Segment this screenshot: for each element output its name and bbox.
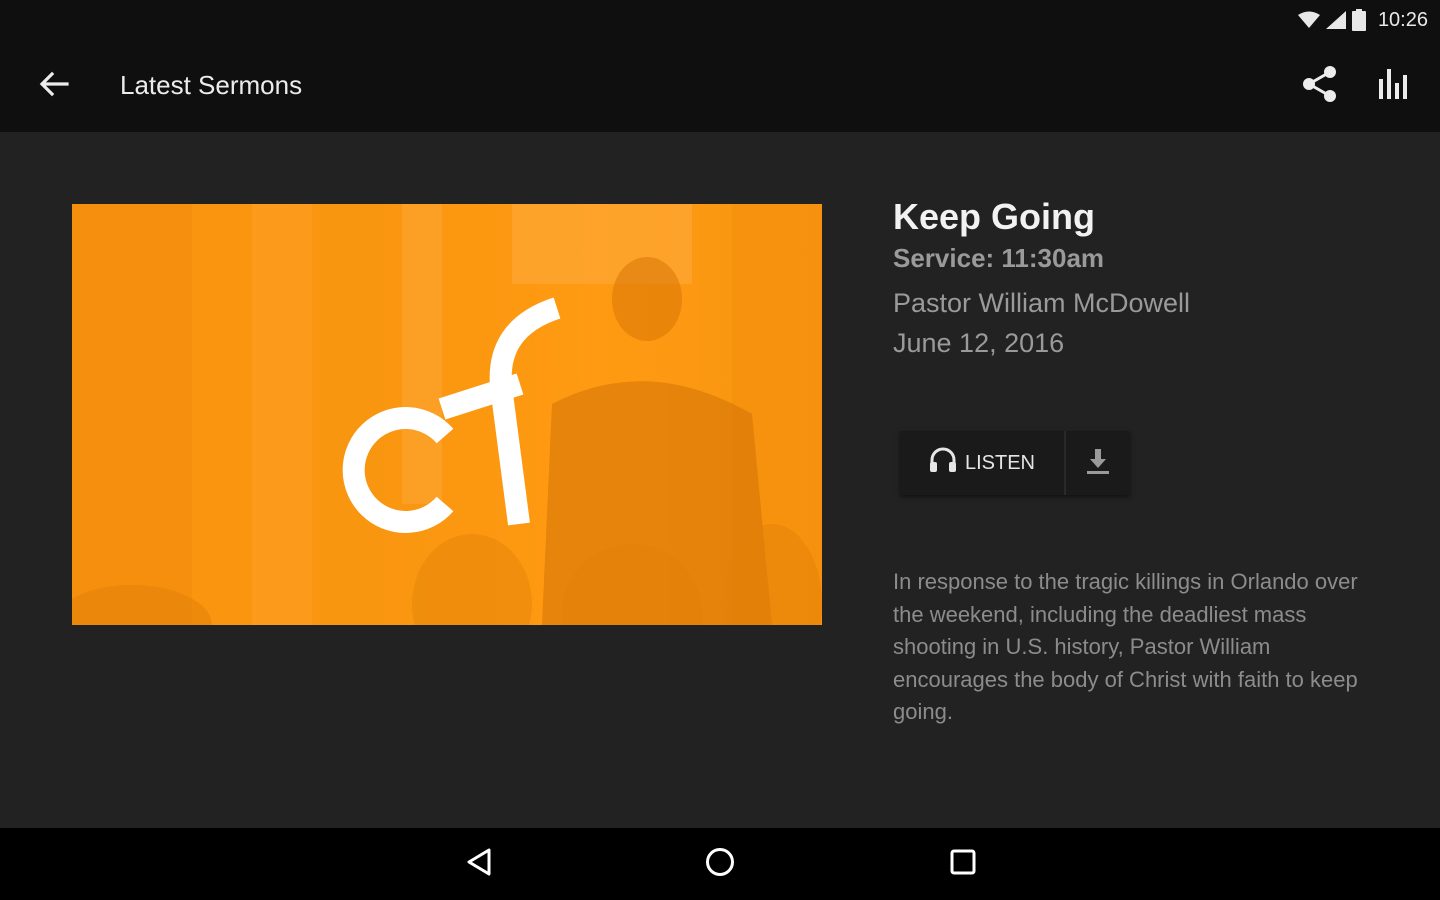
sermon-date: June 12, 2016 (893, 328, 1065, 358)
headphones-icon (929, 447, 957, 479)
download-icon (1084, 447, 1112, 480)
pastor-name: Pastor William McDowell (893, 288, 1191, 318)
share-button[interactable] (1296, 64, 1344, 108)
app-bar: Latest Sermons (0, 40, 1440, 132)
nav-back-button[interactable] (455, 840, 503, 888)
sermon-description: In response to the tragic killings in Or… (893, 569, 1358, 724)
service-time: Service: 11:30am (893, 243, 1105, 273)
sermon-artwork (72, 204, 822, 625)
wifi-icon (1297, 11, 1320, 29)
nav-back-icon (465, 847, 493, 882)
listen-label: LISTEN (964, 451, 1036, 474)
status-bar: 10:26 (0, 0, 1440, 40)
sermon-actions: LISTEN (900, 431, 1130, 495)
page-title: Latest Sermons (120, 70, 303, 100)
share-icon (1300, 64, 1340, 109)
sermon-detail: Keep Going Service: 11:30am Pastor Willi… (0, 132, 1440, 828)
nav-recents-button[interactable] (939, 840, 987, 888)
nav-home-button[interactable] (696, 840, 744, 888)
nav-home-icon (704, 846, 736, 883)
stats-button[interactable] (1370, 64, 1418, 108)
sermon-title: Keep Going (893, 196, 1096, 237)
sermon-details: Keep Going Service: 11:30am Pastor Willi… (893, 196, 1393, 360)
cell-signal-icon (1325, 11, 1346, 29)
download-button[interactable] (1066, 431, 1130, 495)
back-arrow-icon (39, 71, 69, 102)
listen-button[interactable]: LISTEN (900, 431, 1064, 495)
nav-recents-icon (949, 848, 977, 881)
status-time: 10:26 (1377, 8, 1428, 31)
battery-icon (1351, 9, 1366, 31)
church-logo (342, 297, 561, 533)
system-nav-bar (0, 828, 1440, 900)
back-button[interactable] (30, 66, 78, 106)
bar-chart-icon (1377, 67, 1411, 106)
